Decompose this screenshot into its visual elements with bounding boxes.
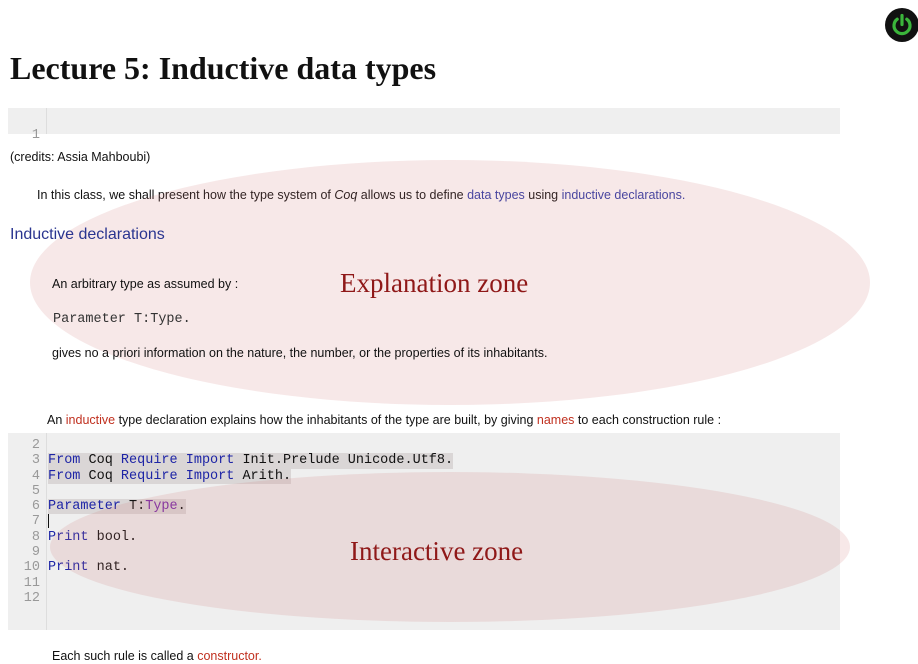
code-editor-1[interactable]: 1 (8, 108, 840, 143)
text-cursor (48, 514, 49, 530)
power-button[interactable] (885, 8, 918, 42)
credits-text: (credits: Assia Mahboubi) (10, 150, 151, 164)
constructor-link[interactable]: constructor. (197, 649, 262, 663)
explanation-zone-label: Explanation zone (340, 268, 529, 298)
inductive-paragraph: An inductive type declaration explains h… (47, 413, 721, 427)
para-text: type declaration explains how the inhabi… (115, 413, 537, 427)
code-line[interactable]: 2 (8, 438, 840, 453)
line-number: 11 (23, 575, 40, 591)
code-line[interactable]: 3 From Coq Require Import Init.Prelude Un… (8, 453, 840, 469)
interactive-zone-label: Interactive zone (350, 536, 524, 566)
assumption-text: An arbitrary type as assumed by : (52, 277, 239, 291)
line-number: 12 (23, 590, 40, 606)
line-number: 8 (31, 529, 40, 545)
keyword: From (48, 453, 81, 469)
keyword: From (48, 468, 81, 484)
names-link[interactable]: names (537, 413, 575, 427)
code-line[interactable]: 1 (8, 113, 840, 143)
line-number: 7 (31, 514, 40, 530)
para-text: to each construction rule : (574, 413, 722, 427)
line-number: 2 (31, 438, 40, 453)
page-title: Lecture 5: Inductive data types (10, 50, 437, 86)
code-token: Coq (80, 453, 121, 469)
code-token: Coq (80, 468, 121, 484)
keyword: Import (185, 453, 235, 469)
constructor-paragraph: Each such rule is called a constructor. (52, 649, 262, 663)
line-number: 9 (31, 545, 40, 561)
line-number: 5 (31, 483, 40, 499)
keyword: Import (185, 468, 235, 484)
line-number: 10 (23, 560, 40, 576)
line-number: 3 (31, 453, 40, 469)
line-number: 4 (31, 468, 40, 484)
para-text: An (47, 413, 66, 427)
keyword: Require (120, 453, 178, 469)
code-token: Init.Prelude Unicode.Utf8. (234, 453, 454, 469)
keyword: Require (120, 468, 178, 484)
no-info-text: gives no a priori information on the nat… (52, 346, 548, 360)
power-icon (892, 13, 912, 36)
line-number: 1 (31, 128, 40, 144)
para-text: Each such rule is called a (52, 649, 198, 663)
section-heading: Inductive declarations (10, 226, 165, 243)
parameter-code: Parameter T:Type. (53, 312, 191, 327)
code-text: From Coq Require Import Init.Prelude Uni… (48, 453, 454, 469)
line-number: 6 (31, 499, 40, 515)
inductive-link[interactable]: inductive (66, 413, 115, 427)
